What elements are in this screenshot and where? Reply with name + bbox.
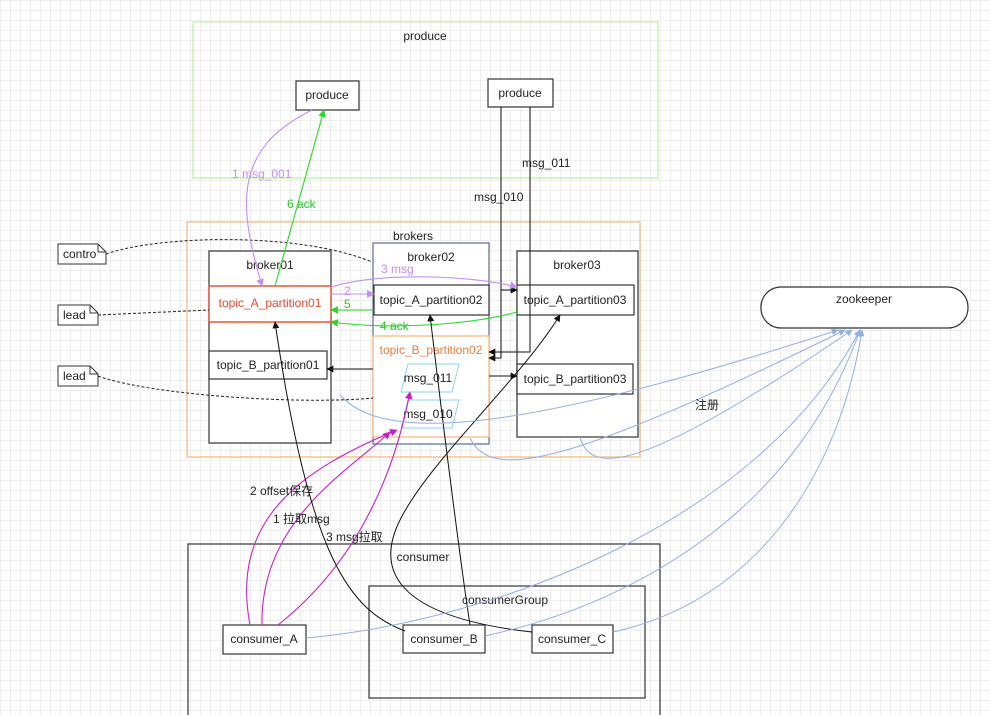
broker02-title: broker02: [407, 250, 455, 264]
label-pull-msg: 1 拉取msg: [273, 511, 330, 526]
broker03-box: [516, 250, 639, 438]
edge-reg-consumer-c: [612, 329, 865, 633]
produce-container: [192, 21, 659, 179]
broker01-box: [208, 250, 332, 444]
label-msg-011: msg_011: [522, 156, 571, 170]
consumer-b-label: consumer_B: [410, 632, 477, 646]
zookeeper-label: zookeeper: [836, 292, 892, 306]
label-2: 2: [344, 284, 351, 298]
note-lead-2-label: lead: [63, 369, 86, 383]
partition-a02-label: topic_A_partition02: [380, 293, 483, 307]
lead1-connector: [97, 309, 210, 316]
label-3msg: 3 msg: [381, 262, 414, 276]
broker01-title: broker01: [246, 258, 294, 272]
note-lead-1: lead: [57, 304, 99, 326]
label-offset-save: 2 offset保存: [250, 484, 313, 498]
partition-a01-label: topic_A_partition01: [219, 296, 322, 310]
msg-010-label: msg_010: [403, 407, 453, 421]
producer-right-label: produce: [498, 86, 542, 100]
label-msg-001: 1 msg_001: [232, 167, 292, 181]
label-register: 注册: [695, 397, 719, 412]
note-lead-1-label: lead: [63, 308, 86, 322]
edge-msg-010: [488, 107, 502, 362]
architecture-diagram: produce brokers consumer consumerGroup b…: [57, 21, 969, 715]
consumer-a-label: consumer_A: [230, 632, 297, 646]
partition-a03-label: topic_A_partition03: [524, 293, 627, 307]
partition-b03-label: topic_B_partition03: [524, 372, 627, 386]
label-ack-6: 6 ack: [287, 197, 317, 211]
broker03-title: broker03: [553, 258, 601, 272]
label-4ack: 4 ack: [380, 319, 410, 333]
partition-b01-label: topic_B_partition01: [217, 358, 320, 372]
note-lead-2: lead: [57, 365, 99, 387]
label-5: 5: [344, 297, 351, 311]
consumer-c-label: consumer_C: [538, 632, 606, 646]
producer-left-label: produce: [305, 88, 349, 102]
note-contro: contro: [57, 243, 107, 265]
edge-pull-msg: [261, 431, 391, 626]
edge-offset-save: [246, 429, 398, 626]
consumer-container-title: consumer: [397, 550, 450, 564]
label-msg-010: msg_010: [474, 190, 524, 204]
note-contro-label: contro: [63, 247, 97, 261]
msg-011-label: msg_011: [404, 371, 453, 385]
produce-container-title: produce: [403, 29, 447, 43]
brokers-container-title: brokers: [393, 229, 433, 243]
label-msg-pull3: 3 msg拉取: [326, 529, 383, 544]
partition-b02-label: topic_B_partition02: [380, 343, 483, 357]
